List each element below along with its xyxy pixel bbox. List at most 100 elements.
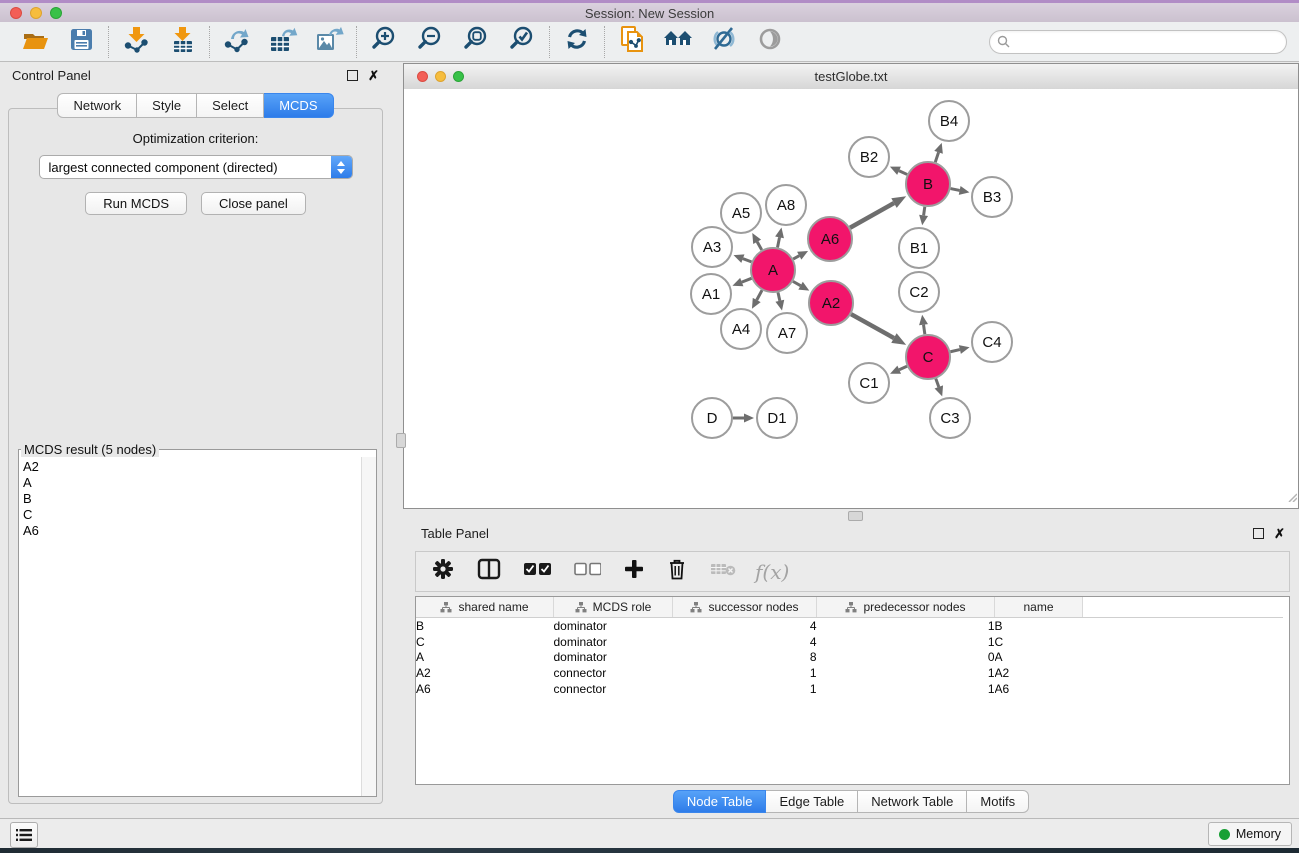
node-A4[interactable]: A4: [721, 309, 761, 349]
search-input[interactable]: [1010, 33, 1286, 51]
column-header-predecessor-nodes[interactable]: predecessor nodes: [817, 597, 995, 618]
table-row[interactable]: A2connector11A2: [416, 665, 1283, 681]
task-history-button[interactable]: [10, 822, 38, 848]
function-builder-icon[interactable]: f(x): [755, 560, 789, 584]
table-cell: C: [995, 634, 1083, 650]
import-network-button[interactable]: [122, 27, 150, 57]
node-A1[interactable]: A1: [691, 274, 731, 314]
tab-motifs[interactable]: Motifs: [967, 790, 1029, 813]
close-panel-button[interactable]: Close panel: [201, 192, 306, 215]
search-field[interactable]: [989, 30, 1287, 54]
tab-network-table[interactable]: Network Table: [858, 790, 967, 813]
tab-select[interactable]: Select: [197, 93, 264, 118]
float-table-panel-icon[interactable]: [1253, 528, 1264, 539]
main-toolbar: [0, 22, 1299, 62]
save-session-button[interactable]: [67, 27, 95, 57]
table-toolbar: f(x): [415, 551, 1290, 592]
memory-button[interactable]: Memory: [1208, 822, 1292, 846]
column-type-icon: [575, 602, 587, 613]
node-C2[interactable]: C2: [899, 272, 939, 312]
home-button[interactable]: [664, 27, 692, 57]
node-B[interactable]: B: [906, 162, 950, 206]
criterion-select[interactable]: largest connected component (directed): [39, 155, 353, 179]
node-B3[interactable]: B3: [972, 177, 1012, 217]
tab-network[interactable]: Network: [57, 93, 137, 118]
result-item[interactable]: A: [23, 475, 362, 491]
network-canvas[interactable]: B4 B2 B B3 A8A5 A6 A3 B1 A A1 C2 A2 A4 A7 C4 C C1 C3 D D1: [404, 89, 1298, 508]
svg-text:B2: B2: [860, 149, 878, 166]
svg-text:C3: C3: [940, 410, 959, 427]
node-A[interactable]: A: [751, 248, 795, 292]
select-all-icon[interactable]: [524, 562, 551, 581]
resize-grip-icon[interactable]: [1285, 489, 1297, 507]
result-item[interactable]: A2: [23, 459, 362, 475]
node-B1[interactable]: B1: [899, 228, 939, 268]
export-network-button[interactable]: [223, 27, 251, 57]
mcds-result-list[interactable]: A2ABCA6: [19, 457, 362, 796]
table-row[interactable]: Bdominator41B: [416, 618, 1283, 634]
table-cell: 4: [673, 634, 817, 650]
export-table-button[interactable]: [269, 27, 297, 57]
refresh-layout-button[interactable]: [563, 27, 591, 57]
column-visibility-icon[interactable]: [477, 558, 501, 585]
network-window-titlebar[interactable]: testGlobe.txt: [404, 64, 1298, 90]
node-table[interactable]: shared nameMCDS rolesuccessor nodesprede…: [415, 596, 1290, 785]
column-header-shared-name[interactable]: shared name: [416, 597, 554, 618]
node-C4[interactable]: C4: [972, 322, 1012, 362]
result-item[interactable]: C: [23, 507, 362, 523]
tab-node-table[interactable]: Node Table: [673, 790, 767, 813]
zoom-in-button[interactable]: [370, 27, 398, 57]
node-D1[interactable]: D1: [757, 398, 797, 438]
delete-table-icon[interactable]: [710, 561, 736, 582]
table-cell: 1: [673, 665, 817, 681]
deselect-all-icon[interactable]: [574, 562, 601, 581]
column-header-MCDS-role[interactable]: MCDS role: [554, 597, 673, 618]
duplicate-network-button[interactable]: [618, 27, 646, 57]
tab-edge-table[interactable]: Edge Table: [766, 790, 858, 813]
add-column-icon[interactable]: [624, 559, 644, 584]
column-header-name[interactable]: name: [995, 597, 1083, 618]
node-C3[interactable]: C3: [930, 398, 970, 438]
vertical-splitter-handle[interactable]: [396, 433, 406, 448]
show-graphics-button[interactable]: [756, 27, 784, 57]
open-session-button[interactable]: [21, 27, 49, 57]
zoom-fit-button[interactable]: [462, 27, 490, 57]
zoom-out-button[interactable]: [416, 27, 444, 57]
import-table-button[interactable]: [168, 27, 196, 57]
tab-style[interactable]: Style: [137, 93, 197, 118]
result-scrollbar[interactable]: [361, 457, 376, 796]
window-title: Session: New Session: [0, 6, 1299, 21]
node-C[interactable]: C: [906, 335, 950, 379]
node-A2[interactable]: A2: [809, 281, 853, 325]
run-mcds-button[interactable]: Run MCDS: [85, 192, 187, 215]
column-header-successor-nodes[interactable]: successor nodes: [673, 597, 817, 618]
node-D[interactable]: D: [692, 398, 732, 438]
svg-text:C4: C4: [982, 334, 1001, 351]
settings-gear-icon[interactable]: [432, 558, 454, 585]
zoom-selected-button[interactable]: [508, 27, 536, 57]
node-A6[interactable]: A6: [808, 217, 852, 261]
close-table-panel-icon[interactable]: ✗: [1274, 529, 1285, 538]
export-image-button[interactable]: [315, 27, 343, 57]
table-row[interactable]: Adominator80A: [416, 650, 1283, 666]
node-A8[interactable]: A8: [766, 185, 806, 225]
delete-column-icon[interactable]: [667, 558, 687, 585]
criterion-select-value: largest connected component (directed): [40, 156, 331, 178]
node-A5[interactable]: A5: [721, 193, 761, 233]
node-A3[interactable]: A3: [692, 227, 732, 267]
node-A7[interactable]: A7: [767, 313, 807, 353]
result-item[interactable]: A6: [23, 523, 362, 539]
result-item[interactable]: B: [23, 491, 362, 507]
svg-text:A4: A4: [732, 321, 750, 338]
node-B4[interactable]: B4: [929, 101, 969, 141]
hide-vizmapper-button[interactable]: [710, 27, 738, 57]
float-panel-icon[interactable]: [347, 70, 358, 81]
node-C1[interactable]: C1: [849, 363, 889, 403]
table-panel: Table Panel ✗ f(x) shared nameMCDS roles…: [403, 520, 1299, 818]
node-B2[interactable]: B2: [849, 137, 889, 177]
export-table-icon: [269, 26, 298, 58]
table-row[interactable]: A6connector11A6: [416, 681, 1283, 697]
tab-mcds[interactable]: MCDS: [264, 93, 333, 118]
close-panel-icon[interactable]: ✗: [368, 71, 379, 80]
table-row[interactable]: Cdominator41C: [416, 634, 1283, 650]
